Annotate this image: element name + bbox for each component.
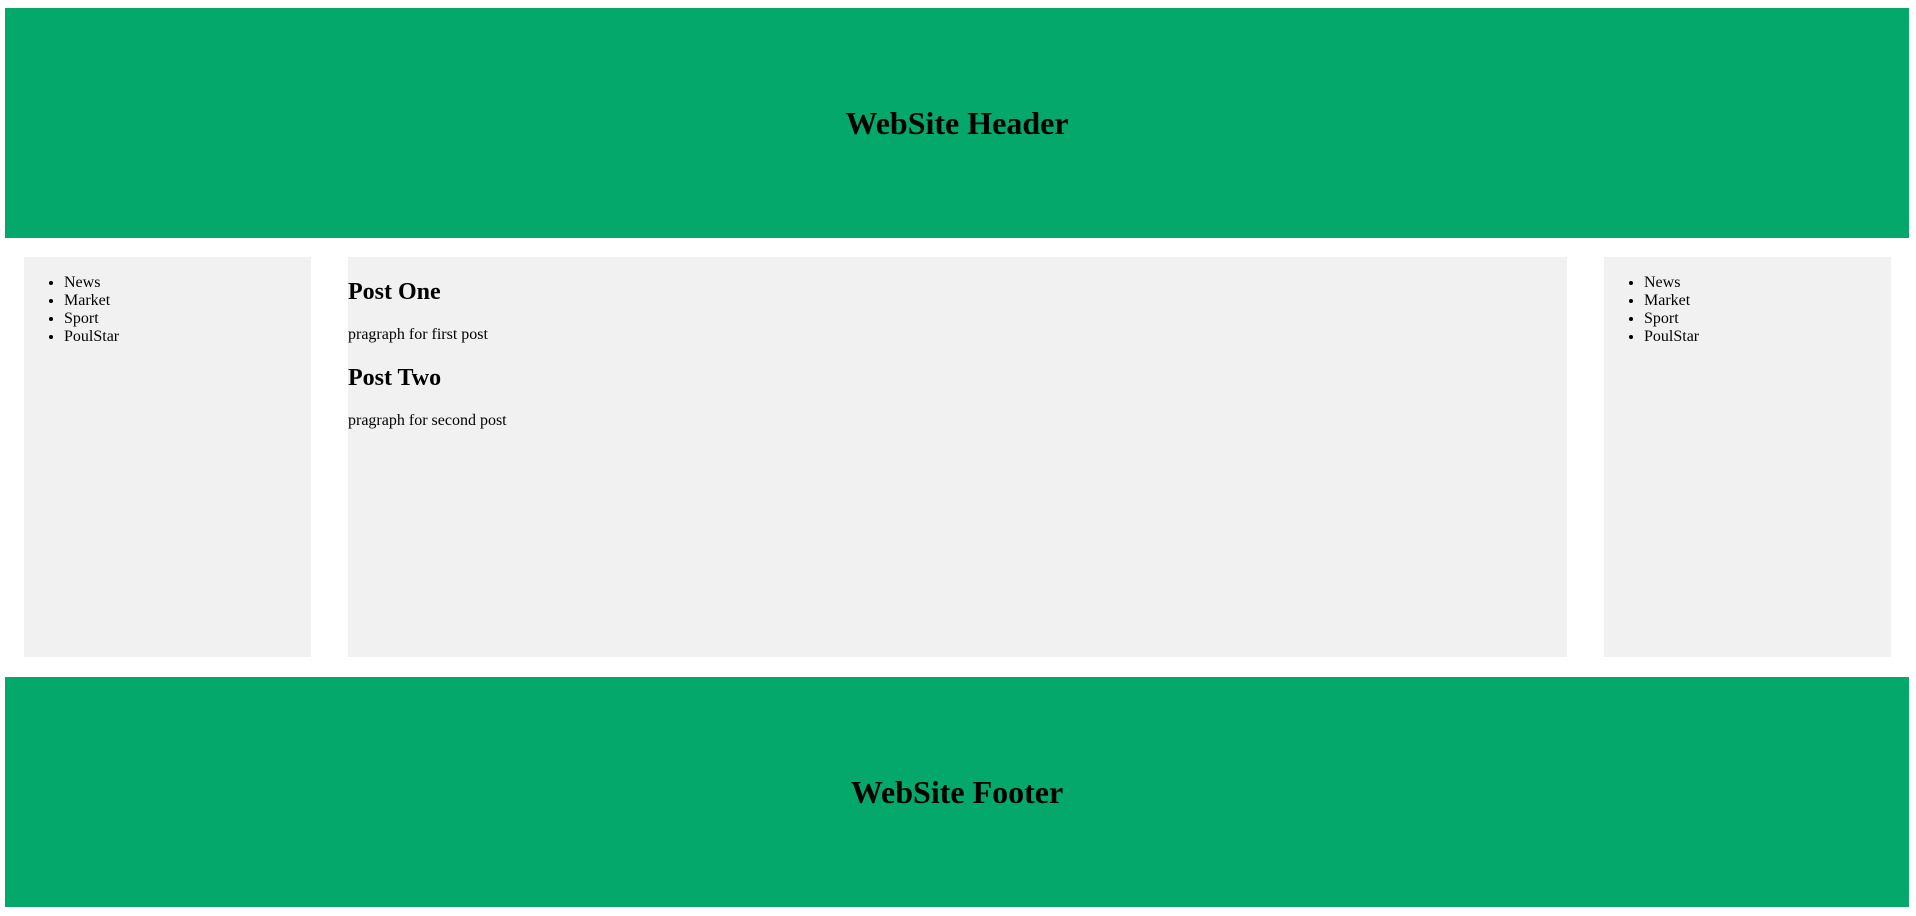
left-nav-item-market: Market: [64, 292, 311, 310]
left-nav-item-poulstar: PoulStar: [64, 328, 311, 346]
right-nav-link-poulstar[interactable]: PoulStar: [1644, 328, 1699, 345]
right-nav-link-market[interactable]: Market: [1644, 292, 1690, 309]
post-two: Post Two pragraph for second post: [348, 364, 1567, 430]
left-nav-link-poulstar[interactable]: PoulStar: [64, 328, 119, 345]
right-nav-item-poulstar: PoulStar: [1644, 328, 1891, 346]
right-sidebar: News Market Sport PoulStar: [1604, 257, 1891, 657]
right-nav-item-sport: Sport: [1644, 310, 1891, 328]
left-nav-link-news[interactable]: News: [64, 274, 100, 291]
left-nav-list: News Market Sport PoulStar: [24, 274, 311, 346]
post-paragraph: pragraph for first post: [348, 326, 488, 343]
post-title: Post Two: [348, 365, 442, 391]
post-title: Post One: [348, 279, 441, 305]
main-content: Post One pragraph for first post Post Tw…: [348, 257, 1567, 657]
right-nav-item-market: Market: [1644, 292, 1891, 310]
left-nav-link-sport[interactable]: Sport: [64, 310, 99, 327]
left-sidebar: News Market Sport PoulStar: [24, 257, 311, 657]
footer-title: WebSite Footer: [850, 773, 1064, 810]
post-one: Post One pragraph for first post: [348, 278, 1567, 344]
right-nav-list: News Market Sport PoulStar: [1604, 274, 1891, 346]
left-nav-link-market[interactable]: Market: [64, 292, 110, 309]
right-nav-link-news[interactable]: News: [1644, 274, 1680, 291]
site-header: WebSite Header: [5, 8, 1909, 238]
right-nav-link-sport[interactable]: Sport: [1644, 310, 1679, 327]
left-nav-item-news: News: [64, 274, 311, 292]
left-nav-item-sport: Sport: [64, 310, 311, 328]
header-title: WebSite Header: [845, 104, 1069, 141]
site-footer: WebSite Footer: [5, 677, 1909, 907]
post-paragraph: pragraph for second post: [348, 412, 507, 429]
right-nav-item-news: News: [1644, 274, 1891, 292]
